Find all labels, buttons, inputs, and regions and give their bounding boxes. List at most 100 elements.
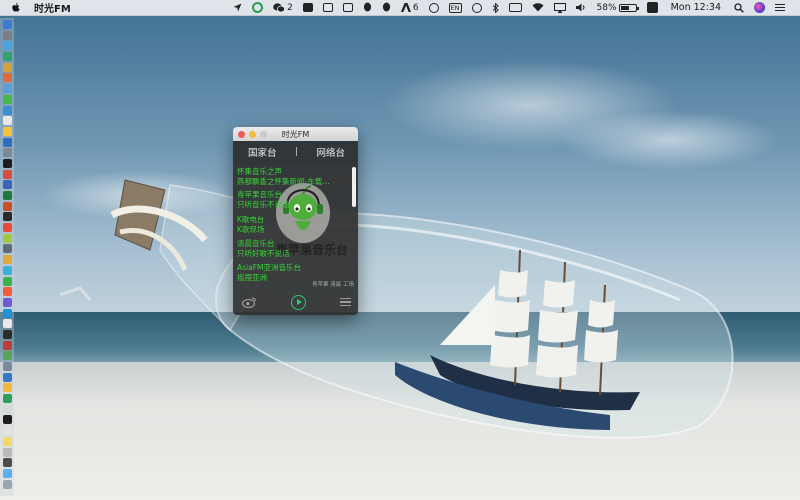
wifi-icon[interactable] — [527, 0, 549, 16]
play-icon — [297, 299, 302, 305]
station-item[interactable]: 清晨音乐台 只听好歌不说话 — [237, 239, 290, 258]
documents-dock-icon[interactable] — [2, 447, 12, 457]
sync-app-icon[interactable] — [298, 0, 318, 16]
fm-app-dock-icon[interactable] — [2, 351, 12, 361]
station-name: K歌电台 — [237, 215, 265, 224]
wechat-icon[interactable]: 2 — [268, 0, 298, 16]
launchpad-dock-icon[interactable] — [2, 30, 12, 40]
station-name: 清晨音乐台 — [237, 239, 275, 248]
powerpoint-dock-icon[interactable] — [2, 201, 12, 211]
green-circle-app-icon[interactable] — [247, 0, 268, 16]
apple-menu-icon[interactable] — [10, 2, 22, 13]
preview-dock-icon[interactable] — [2, 362, 12, 371]
menu-bar: 时光FM 2 6 EN 58% Mon 12:34 — [0, 0, 800, 16]
sogou-icon[interactable] — [642, 0, 663, 16]
tab-separator: | — [294, 147, 299, 157]
volume-icon[interactable] — [571, 0, 592, 16]
textedit-dock-icon[interactable] — [2, 319, 12, 329]
finder-dock-icon[interactable] — [2, 20, 12, 29]
station-item[interactable]: 青苹果音乐台 只听音乐不说话 — [237, 190, 290, 209]
app-store-dock-icon[interactable] — [2, 137, 12, 147]
station-name: AsiaFM亚洲音乐台 — [237, 263, 302, 272]
acrobat-dock-icon[interactable] — [2, 223, 12, 233]
excel-dock-icon[interactable] — [2, 191, 12, 200]
photoshop-dock-icon[interactable] — [2, 212, 12, 222]
photos-dock-icon[interactable] — [2, 84, 12, 94]
adobe-icon[interactable]: 6 — [396, 0, 424, 16]
keynote-dock-icon[interactable] — [2, 372, 12, 382]
station-name: 青苹果音乐台 — [237, 190, 282, 199]
copy-app-icon[interactable] — [318, 0, 338, 16]
downloads-dock-icon[interactable] — [2, 426, 12, 436]
battery-percent: 58% — [596, 2, 617, 13]
time-machine-icon[interactable] — [467, 0, 487, 16]
airplay-icon[interactable] — [549, 0, 571, 16]
word-dock-icon[interactable] — [2, 180, 12, 190]
numbers-dock-icon[interactable] — [2, 394, 12, 404]
menubar-clock[interactable]: Mon 12:34 — [663, 2, 729, 13]
qq-dock-icon[interactable] — [2, 265, 12, 275]
penguin-dock-icon[interactable] — [2, 458, 12, 468]
maps-dock-icon[interactable] — [2, 73, 12, 83]
desktop-wallpaper — [0, 0, 800, 500]
stickies-dock-icon[interactable] — [2, 126, 12, 136]
terminal-dock-icon[interactable] — [2, 158, 12, 168]
station-item[interactable]: 怀集音乐之声 燕都飘香之怀集新闻-车载… — [237, 167, 330, 186]
pages-dock-icon[interactable] — [2, 383, 12, 393]
fm-app-window: 时光FM 国家台 | 网络台 青苹果音乐台 怀集音乐之声 燕都飘香之怀集新闻-车… — [233, 127, 358, 315]
station-item[interactable]: AsiaFM亚洲音乐台 摇摆亚洲 — [237, 263, 301, 282]
window-titlebar[interactable]: 时光FM — [233, 127, 358, 141]
station-list[interactable]: 青苹果音乐台 怀集音乐之声 燕都飘香之怀集新闻-车载… 青苹果音乐台 只听音乐不… — [233, 165, 358, 282]
input-source-icon[interactable]: EN — [444, 0, 467, 16]
preferences-dock-icon[interactable] — [2, 148, 12, 158]
adobe-count: 6 — [412, 2, 419, 13]
folder-dock-icon[interactable] — [2, 436, 12, 446]
weixin-pc-dock-icon[interactable] — [2, 468, 12, 478]
tab-national-stations[interactable]: 国家台 — [248, 145, 277, 159]
siri-icon[interactable] — [749, 0, 770, 16]
outlook-dock-icon[interactable] — [2, 308, 12, 318]
credit-text: 青苹果 清晨 工场 — [312, 282, 354, 288]
activity-monitor-dock-icon[interactable] — [2, 329, 12, 339]
tencent-video-dock-icon[interactable] — [2, 415, 12, 425]
music-dock-icon[interactable] — [2, 169, 12, 179]
weibo-dock-icon[interactable] — [2, 287, 12, 297]
station-list-scrollbar[interactable] — [352, 167, 356, 207]
window-app-icon[interactable] — [338, 0, 358, 16]
mail-dock-icon[interactable] — [2, 105, 12, 115]
input-source-label: EN — [448, 2, 462, 13]
wechat-dock-icon[interactable] — [2, 276, 12, 286]
messages-dock-icon[interactable] — [2, 94, 12, 104]
station-description: K歌现场 — [237, 224, 265, 234]
qq-icon[interactable] — [358, 0, 377, 16]
bluetooth-icon[interactable] — [487, 0, 504, 16]
netease-music-dock-icon[interactable] — [2, 340, 12, 350]
battery-status[interactable]: 58% — [592, 0, 642, 16]
sketch-dock-icon[interactable] — [2, 255, 12, 265]
station-item[interactable]: K歌电台 K歌现场 — [237, 215, 264, 234]
facetime-dock-icon[interactable] — [2, 52, 12, 62]
ship-in-bottle-image — [59, 179, 734, 439]
keyboard-icon[interactable] — [504, 0, 527, 16]
xcode-dock-icon[interactable] — [2, 244, 12, 254]
tab-network-stations[interactable]: 网络台 — [316, 145, 345, 159]
location-arrow-icon[interactable] — [228, 0, 247, 16]
circle-status-icon[interactable] — [424, 0, 444, 16]
spotlight-search-icon[interactable] — [729, 0, 749, 16]
play-button[interactable] — [291, 294, 306, 310]
weibo-icon[interactable] — [241, 293, 257, 312]
player-controls — [233, 289, 358, 315]
menubar-app-name[interactable]: 时光FM — [34, 0, 71, 15]
safari-dock-icon[interactable] — [2, 41, 12, 51]
notification-center-icon[interactable] — [770, 0, 790, 16]
trash-dock-icon[interactable] — [2, 479, 12, 489]
menu-icon[interactable] — [340, 298, 351, 306]
qq-alt-icon[interactable] — [377, 0, 396, 16]
station-description: 摇摆亚洲 — [237, 272, 267, 282]
evernote-dock-icon[interactable] — [2, 233, 12, 243]
notes-dock-icon[interactable] — [2, 62, 12, 72]
calendar-dock-icon[interactable] — [2, 116, 12, 126]
onenote-dock-icon[interactable] — [2, 297, 12, 307]
contacts-dock-icon[interactable] — [2, 404, 12, 414]
wechat-count: 2 — [287, 2, 293, 13]
